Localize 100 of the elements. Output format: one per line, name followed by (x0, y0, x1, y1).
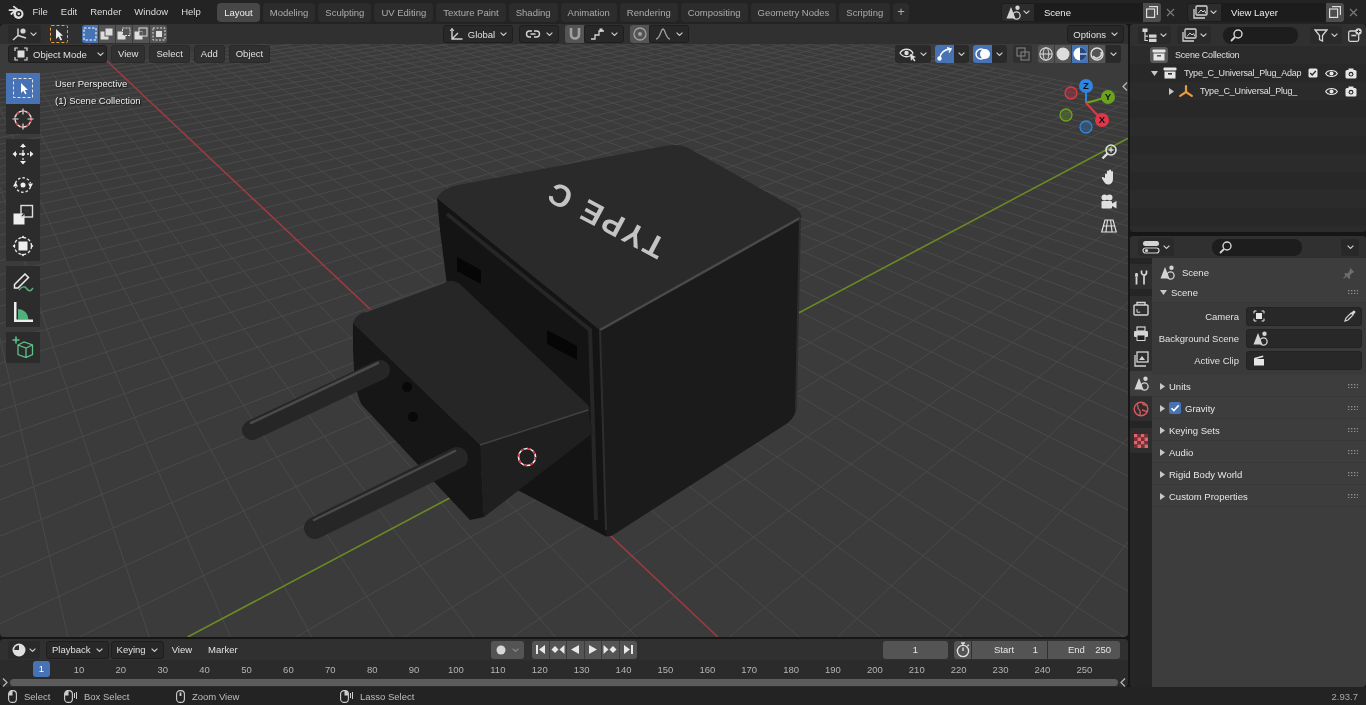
overlays-toggle[interactable] (973, 45, 992, 63)
menu-item[interactable]: Edit (54, 2, 84, 22)
material-shading-button[interactable] (1072, 45, 1089, 63)
options-dropdown[interactable]: Options (1067, 25, 1124, 43)
include-checkbox[interactable] (1308, 68, 1318, 78)
viewport-menu[interactable]: Add (193, 45, 225, 63)
select-box-tool-button[interactable] (6, 73, 40, 104)
solid-shading-button[interactable] (1055, 45, 1072, 63)
scene-browse-button[interactable] (1001, 2, 1035, 22)
end-frame-field[interactable]: End 250 (1048, 640, 1120, 659)
preview-range-button[interactable] (954, 640, 971, 659)
next-keyframe-button[interactable] (602, 640, 620, 659)
expand-arrow-icon[interactable] (1151, 70, 1158, 76)
rendered-shading-button[interactable] (1089, 45, 1106, 63)
start-frame-field[interactable]: Start 1 (972, 640, 1047, 659)
expand-arrow-icon[interactable] (1169, 87, 1174, 95)
select-tool-icon[interactable] (50, 25, 68, 43)
play-button[interactable] (584, 640, 602, 659)
close-icon[interactable] (1166, 7, 1175, 17)
drag-handle-icon[interactable] (1347, 289, 1358, 295)
wireframe-shading-button[interactable] (1038, 45, 1055, 63)
measure-tool-button[interactable] (6, 296, 40, 327)
timeline-scrollbar[interactable] (10, 679, 1118, 686)
drag-handle-icon[interactable] (1347, 471, 1358, 477)
eye-icon[interactable] (1325, 68, 1338, 78)
current-frame-field[interactable]: 1 (883, 640, 948, 659)
search-field[interactable] (1212, 238, 1302, 256)
texture-tab[interactable] (1130, 428, 1152, 453)
viewport-menu[interactable]: Select (149, 45, 190, 63)
shading-menu-button[interactable] (1106, 45, 1121, 63)
tool-tab[interactable] (1130, 264, 1152, 289)
falloff-dropdown[interactable] (649, 25, 690, 43)
editor-type-button[interactable] (8, 25, 41, 43)
move-tool-button[interactable] (6, 139, 40, 170)
select-mode-button[interactable] (133, 25, 150, 43)
menu-item[interactable]: Window (127, 2, 175, 22)
workspace-tab[interactable]: Sculpting (318, 3, 372, 22)
negative-axis-icon[interactable] (1064, 86, 1078, 100)
jump-start-button[interactable] (532, 640, 550, 659)
xray-toggle[interactable] (1013, 45, 1032, 63)
sidebar-toggle-icon[interactable] (1122, 82, 1128, 91)
drag-handle-icon[interactable] (1347, 405, 1358, 411)
outliner-item[interactable]: Type_C_Universal_Plug_ (1200, 86, 1298, 96)
sidebar-toggle-icon[interactable] (1120, 678, 1126, 687)
view-layer-browse-button[interactable] (1187, 2, 1222, 22)
camera-icon[interactable] (1345, 67, 1357, 79)
timeline-dropdown[interactable]: Playback (46, 640, 109, 659)
select-mode-button[interactable] (150, 25, 167, 43)
eyedropper-icon[interactable] (1344, 310, 1356, 322)
drag-handle-icon[interactable] (1347, 493, 1358, 499)
workspace-tab[interactable]: Animation (560, 3, 617, 22)
jump-end-button[interactable] (619, 640, 637, 659)
menu-item[interactable]: Render (83, 2, 128, 22)
camera-icon[interactable] (1345, 85, 1357, 97)
orientation-dropdown[interactable]: Global (442, 25, 514, 43)
snap-target-dropdown[interactable] (584, 25, 625, 43)
drag-handle-icon[interactable] (1347, 383, 1358, 389)
axis-button[interactable]: X (1085, 102, 1109, 127)
visibility-dropdown[interactable] (895, 45, 931, 63)
scene-field[interactable] (1246, 328, 1362, 348)
logo-icon[interactable] (8, 4, 24, 20)
gizmos-menu-button[interactable] (954, 45, 969, 63)
render-tab[interactable] (1130, 296, 1152, 321)
add-cube-tool-button[interactable] (6, 332, 40, 363)
view-layer-tab[interactable] (1130, 346, 1152, 371)
transform-tool-button[interactable] (6, 230, 40, 261)
overlays-menu-button[interactable] (992, 45, 1007, 63)
previous-keyframe-button[interactable] (549, 640, 567, 659)
proportional-edit-toggle[interactable] (630, 25, 650, 43)
add-workspace-button[interactable]: + (893, 3, 909, 22)
world-tab[interactable] (1130, 396, 1152, 421)
workspace-tab[interactable]: Shading (508, 3, 558, 22)
display-mode-button[interactable] (1177, 26, 1211, 44)
editor-type-button[interactable] (1138, 26, 1171, 44)
axis-button[interactable]: Y (1085, 90, 1115, 104)
workspace-tab[interactable]: UV Editing (374, 3, 434, 22)
pivot-dropdown[interactable] (519, 25, 560, 43)
play-reverse-button[interactable] (567, 640, 585, 659)
workspace-tab[interactable]: Geometry Nodes (750, 3, 837, 22)
mode-dropdown[interactable]: Object Mode (8, 45, 107, 63)
camera-field[interactable] (1246, 306, 1362, 326)
playhead[interactable]: 1 (33, 661, 50, 677)
editor-type-button[interactable] (8, 640, 40, 659)
viewport-menu[interactable]: Object (228, 45, 271, 63)
timeline-dropdown[interactable]: Keying (110, 640, 164, 659)
3d-cursor-icon[interactable] (517, 447, 537, 467)
select-mode-button[interactable] (99, 25, 116, 43)
snap-toggle[interactable] (565, 25, 585, 43)
new-scene-button[interactable] (1143, 2, 1161, 22)
search-field[interactable] (1223, 26, 1298, 44)
clip-field[interactable] (1246, 350, 1362, 370)
timeline-menu[interactable]: Marker (200, 644, 246, 655)
workspace-tab[interactable]: Layout (217, 3, 260, 22)
annotate-tool-button[interactable] (6, 266, 40, 297)
viewport-menu[interactable]: View (111, 45, 146, 63)
filter-button[interactable] (1310, 26, 1342, 44)
workspace-tab[interactable]: Texture Paint (436, 3, 506, 22)
close-icon[interactable] (1349, 7, 1358, 17)
menu-item[interactable]: Help (174, 2, 208, 22)
scene-name-field[interactable]: Scene (1035, 2, 1143, 22)
